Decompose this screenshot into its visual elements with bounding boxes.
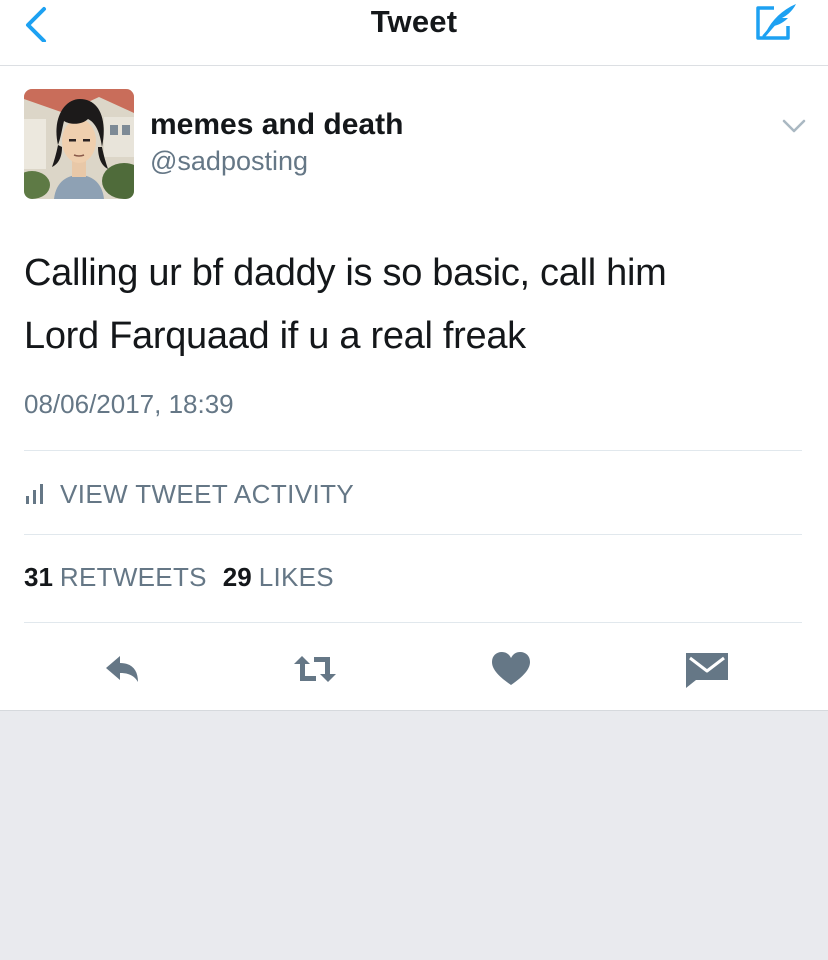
view-tweet-activity-button[interactable]: VIEW TWEET ACTIVITY — [24, 470, 524, 518]
compose-tweet-icon[interactable] — [752, 2, 800, 44]
tweet-text-line: Lord Farquaad if u a real freak — [24, 315, 526, 357]
retweets-stat[interactable]: 31 RETWEETS — [24, 562, 223, 593]
tweet-detail-card: memes and death @sadposting Calling ur b… — [0, 66, 828, 711]
bar-chart-icon — [26, 484, 43, 504]
like-button[interactable] — [486, 644, 536, 694]
chevron-down-icon[interactable] — [780, 116, 808, 136]
likes-stat[interactable]: 29 LIKES — [223, 562, 350, 593]
author-display-name[interactable]: memes and death — [150, 108, 403, 142]
divider — [24, 450, 802, 451]
divider — [24, 622, 802, 623]
author-handle[interactable]: @sadposting — [150, 146, 308, 177]
divider — [24, 534, 802, 535]
retweets-label: RETWEETS — [59, 562, 207, 592]
retweets-count: 31 — [24, 562, 53, 592]
page-title: Tweet — [370, 4, 458, 39]
direct-message-button[interactable] — [682, 644, 732, 694]
direct-message-icon — [686, 653, 728, 688]
tweet-text-line: Calling ur bf daddy is so basic, call hi… — [24, 252, 667, 294]
tweet-timestamp: 08/06/2017, 18:39 — [24, 389, 234, 419]
avatar-image — [24, 89, 134, 199]
reply-icon — [106, 656, 138, 682]
tweet-stats: 31 RETWEETS 29 LIKES — [24, 562, 350, 593]
like-heart-icon — [492, 652, 530, 685]
avatar[interactable] — [24, 89, 134, 199]
likes-label: LIKES — [258, 562, 334, 592]
retweet-icon — [294, 656, 336, 682]
reply-button[interactable] — [100, 644, 150, 694]
tweet-text: Calling ur bf daddy is so basic, call hi… — [24, 242, 804, 368]
likes-count: 29 — [222, 562, 252, 592]
tweet-action-bar — [0, 644, 828, 694]
view-tweet-activity-label: VIEW TWEET ACTIVITY — [60, 478, 355, 509]
navigation-bar: Tweet — [0, 0, 828, 66]
retweet-button[interactable] — [290, 644, 340, 694]
